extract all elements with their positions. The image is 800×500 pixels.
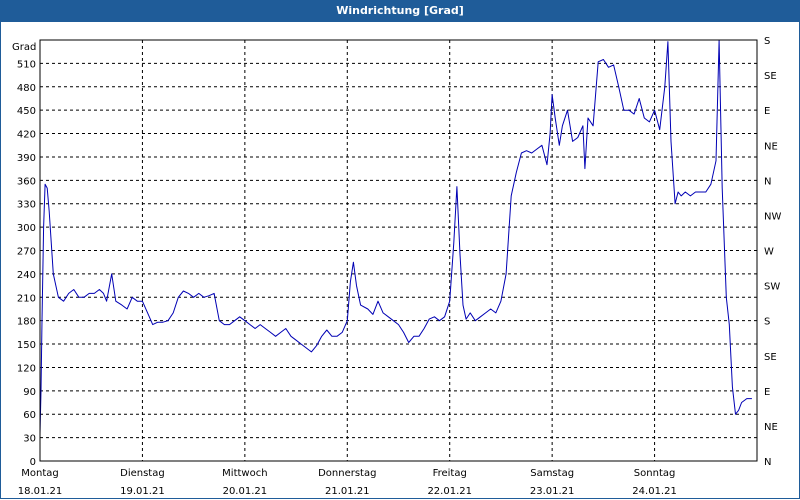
- y-tick-label: 240: [17, 270, 36, 281]
- right-direction-label: NE: [764, 422, 778, 433]
- x-tick-date: 18.01.21: [18, 486, 63, 497]
- y-tick-label: 150: [17, 340, 36, 351]
- y-tick-label: 210: [17, 293, 36, 304]
- x-tick-date: 19.01.21: [120, 486, 165, 497]
- right-direction-label: SE: [764, 71, 777, 82]
- x-tick-date: 20.01.21: [223, 486, 268, 497]
- y-tick-label: 0: [30, 457, 36, 468]
- right-direction-label: E: [764, 387, 770, 398]
- x-tick-day: Montag: [21, 468, 58, 479]
- y-tick-label: 60: [23, 410, 36, 421]
- y-tick-label: 330: [17, 200, 36, 211]
- right-direction-label: NE: [764, 141, 778, 152]
- x-tick-day: Freitag: [433, 468, 467, 479]
- right-direction-label: NW: [764, 211, 781, 222]
- y-tick-label: 510: [17, 59, 36, 70]
- y-tick-label: 450: [17, 106, 36, 117]
- y-tick-label: 420: [17, 130, 36, 141]
- y-tick-label: 120: [17, 363, 36, 374]
- series-line: [39, 39, 752, 434]
- chart-svg: 0 30 60 90 120 150 180 210 240 270 300 330 360 390 420…: [12, 36, 781, 497]
- x-tick-day: Samstag: [530, 468, 574, 479]
- y-tick-label: 30: [23, 434, 36, 445]
- x-tick-day: Dienstag: [120, 468, 165, 479]
- plot-area-border: [39, 39, 758, 462]
- right-direction-label: SE: [764, 352, 777, 363]
- y-tick-label: 360: [17, 176, 36, 187]
- right-direction-label: N: [764, 176, 771, 187]
- y-tick-label: 90: [23, 387, 36, 398]
- right-direction-label: SW: [764, 282, 780, 293]
- right-direction-label: E: [764, 106, 770, 117]
- y-tick-label: 300: [17, 223, 36, 234]
- right-direction-label: S: [764, 317, 770, 328]
- y-tick-label: 480: [17, 83, 36, 94]
- y-tick-label: 180: [17, 317, 36, 328]
- right-direction-label: S: [764, 36, 770, 47]
- y-tick-label: 270: [17, 247, 36, 258]
- x-tick-date: 22.01.21: [427, 486, 472, 497]
- right-direction-label: W: [764, 247, 774, 258]
- x-tick-date: 24.01.21: [632, 486, 677, 497]
- x-tick-day: Sonntag: [634, 468, 676, 479]
- x-tick-date: 23.01.21: [530, 486, 575, 497]
- y-axis-label: Grad: [12, 42, 36, 53]
- y-tick-label: 390: [17, 153, 36, 164]
- x-tick-day: Donnerstag: [318, 468, 376, 479]
- x-tick-day: Mittwoch: [222, 468, 267, 479]
- right-direction-label: N: [764, 457, 771, 468]
- x-tick-date: 21.01.21: [325, 486, 370, 497]
